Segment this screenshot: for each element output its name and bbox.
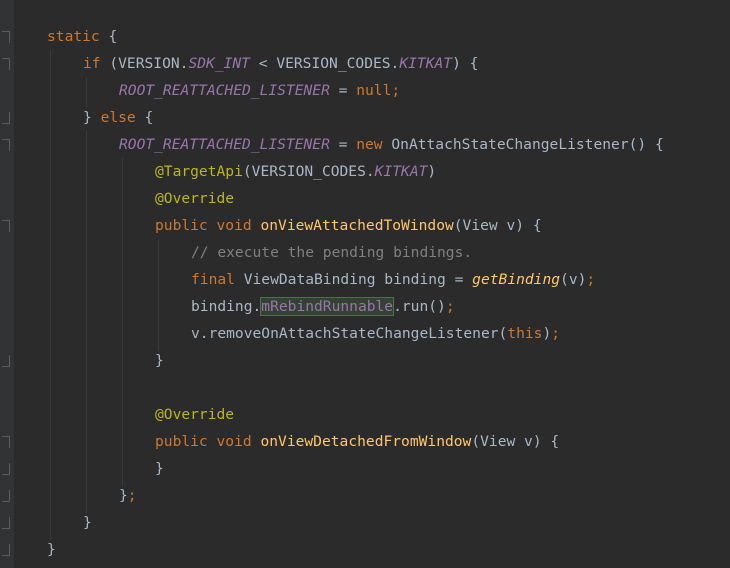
code-token: onViewDetachedFromWindow bbox=[260, 433, 472, 450]
indent-guide bbox=[50, 50, 51, 540]
code-token: ; bbox=[445, 298, 455, 315]
code-token: binding. bbox=[191, 298, 262, 315]
fold-gutter bbox=[0, 0, 14, 568]
code-line[interactable]: ROOT_REATTACHED_LISTENER = null; bbox=[119, 77, 400, 104]
code-token: ) { bbox=[452, 55, 479, 72]
code-token: } bbox=[83, 514, 92, 531]
code-token: onViewAttachedToWindow bbox=[260, 217, 454, 234]
code-token: ; bbox=[551, 325, 561, 342]
code-token: = bbox=[329, 82, 357, 99]
code-token: .run() bbox=[393, 298, 446, 315]
code-line[interactable]: } bbox=[155, 347, 164, 374]
code-token: < VERSION_CODES. bbox=[249, 55, 400, 72]
code-token: ; bbox=[586, 271, 596, 288]
code-token: (View v) { bbox=[471, 433, 560, 450]
code-token: if bbox=[83, 55, 101, 72]
indent-guide bbox=[86, 131, 87, 513]
code-line[interactable]: @Override bbox=[155, 401, 234, 428]
code-token: (VERSION. bbox=[100, 55, 189, 72]
code-token: } bbox=[155, 460, 164, 477]
fold-marker-icon[interactable] bbox=[2, 463, 10, 475]
code-token: } bbox=[47, 541, 56, 558]
fold-marker-icon[interactable] bbox=[2, 220, 10, 232]
code-token: static bbox=[47, 28, 100, 45]
code-token: SDK_INT bbox=[188, 55, 250, 72]
code-token: ROOT_REATTACHED_LISTENER bbox=[119, 82, 330, 99]
code-line[interactable]: static { bbox=[47, 23, 117, 50]
code-line[interactable]: } bbox=[47, 536, 56, 563]
code-token: } bbox=[83, 109, 101, 126]
fold-marker-icon[interactable] bbox=[2, 112, 10, 124]
code-line[interactable]: } bbox=[155, 455, 164, 482]
code-token: v.removeOnAttachStateChangeListener( bbox=[191, 325, 508, 342]
code-token: ROOT_REATTACHED_LISTENER bbox=[119, 136, 330, 153]
fold-marker-icon[interactable] bbox=[2, 544, 10, 556]
fold-marker-icon[interactable] bbox=[2, 490, 10, 502]
code-token: (VERSION_CODES. bbox=[242, 163, 375, 180]
code-token: ViewDataBinding binding = bbox=[234, 271, 473, 288]
code-line[interactable]: // execute the pending bindings. bbox=[191, 239, 472, 266]
code-token: } bbox=[155, 352, 164, 369]
code-line[interactable]: } else { bbox=[83, 104, 153, 131]
fold-marker-icon[interactable] bbox=[2, 517, 10, 529]
code-token: else bbox=[100, 109, 136, 126]
code-line[interactable]: v.removeOnAttachStateChangeListener(this… bbox=[191, 320, 560, 347]
code-token: @TargetApi bbox=[155, 163, 243, 180]
code-line[interactable]: binding.mRebindRunnable.run(); bbox=[191, 293, 455, 320]
code-line[interactable]: if (VERSION.SDK_INT < VERSION_CODES.KITK… bbox=[83, 50, 478, 77]
code-token: ; bbox=[391, 82, 401, 99]
indent-guide bbox=[158, 239, 159, 351]
fold-marker-icon[interactable] bbox=[2, 58, 10, 70]
fold-marker-icon[interactable] bbox=[2, 31, 10, 43]
code-token: (v) bbox=[560, 271, 587, 288]
code-token: @Override bbox=[155, 406, 235, 423]
code-line[interactable]: }; bbox=[119, 482, 137, 509]
code-line[interactable]: } bbox=[83, 509, 92, 536]
code-token: OnAttachStateChangeListener() { bbox=[382, 136, 664, 153]
fold-marker-icon[interactable] bbox=[2, 139, 10, 151]
indent-guide bbox=[122, 158, 123, 486]
code-token: (View v) { bbox=[453, 217, 542, 234]
code-token: ; bbox=[127, 487, 137, 504]
code-token: public bbox=[155, 217, 208, 234]
code-token: new bbox=[356, 136, 383, 153]
code-token: getBinding bbox=[472, 271, 561, 288]
code-token: } bbox=[119, 487, 128, 504]
code-token: final bbox=[191, 271, 235, 288]
code-token: null bbox=[356, 82, 392, 99]
code-token: this bbox=[507, 325, 543, 342]
code-token: KITKAT bbox=[399, 55, 453, 72]
indent-guide bbox=[86, 77, 87, 107]
code-token: void bbox=[216, 217, 252, 234]
code-token: public bbox=[155, 433, 208, 450]
code-token: // execute the pending bindings. bbox=[191, 244, 473, 261]
fold-marker-icon[interactable] bbox=[2, 355, 10, 367]
code-token: ) bbox=[542, 325, 552, 342]
code-line[interactable]: ROOT_REATTACHED_LISTENER = new OnAttachS… bbox=[119, 131, 664, 158]
code-editor[interactable]: static {if (VERSION.SDK_INT < VERSION_CO… bbox=[0, 0, 730, 568]
code-token: void bbox=[216, 433, 252, 450]
fold-marker-icon[interactable] bbox=[2, 436, 10, 448]
code-token: @Override bbox=[155, 190, 235, 207]
code-line[interactable]: public void onViewAttachedToWindow(View … bbox=[155, 212, 542, 239]
highlighted-field-token: mRebindRunnable bbox=[260, 297, 395, 316]
code-line[interactable]: final ViewDataBinding binding = getBindi… bbox=[191, 266, 595, 293]
code-line[interactable]: public void onViewDetachedFromWindow(Vie… bbox=[155, 428, 559, 455]
code-token: { bbox=[135, 109, 154, 126]
code-line[interactable]: @Override bbox=[155, 185, 234, 212]
code-token: = bbox=[329, 136, 357, 153]
code-line[interactable]: @TargetApi(VERSION_CODES.KITKAT) bbox=[155, 158, 436, 185]
code-token: KITKAT bbox=[374, 163, 428, 180]
code-token: { bbox=[99, 28, 118, 45]
code-token: ) bbox=[427, 163, 437, 180]
